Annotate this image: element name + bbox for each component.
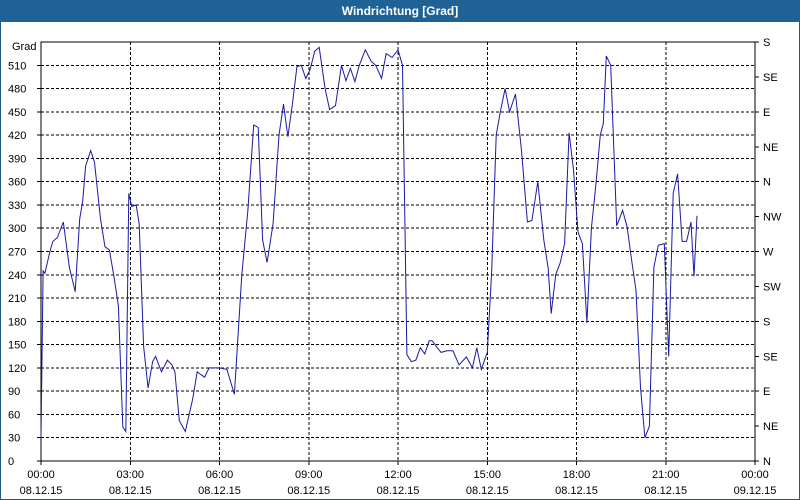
grid [41, 42, 755, 461]
x-tick-time: 12:00 [384, 469, 412, 481]
x-tick-time: 15:00 [473, 469, 501, 481]
y-tick-label: 240 [8, 270, 26, 282]
y-tick-label: 30 [8, 433, 20, 445]
right-axis-label: NW [763, 212, 782, 224]
y-tick-label: 270 [8, 247, 26, 259]
x-axis-ticks: 00:00 08.12.15 03:00 08.12.15 06:00 08.12.15 0… [20, 461, 777, 497]
right-axis-label: S [763, 37, 770, 49]
y-tick-label: 60 [8, 409, 20, 421]
y-tick-label: 420 [8, 130, 26, 142]
right-axis-label: N [763, 177, 771, 189]
y-tick-label: 180 [8, 316, 26, 328]
right-axis-label: SE [763, 72, 778, 84]
y-tick-label: 360 [8, 177, 26, 189]
right-axis-label: E [763, 386, 770, 398]
x-tick-time: 18:00 [563, 469, 591, 481]
right-axis-label: E [763, 107, 770, 119]
x-tick-date: 08.12.15 [377, 485, 420, 497]
x-tick-time: 06:00 [206, 469, 234, 481]
y-tick-label: 210 [8, 293, 26, 305]
y-tick-label: 450 [8, 107, 26, 119]
wind-direction-chart: 0 30 60 90 120 150 180 210 240 270 300 330 360 390 420… [8, 37, 782, 497]
series-line [40, 46, 698, 438]
y-tick-label: 390 [8, 153, 26, 165]
y-tick-label: 120 [8, 363, 26, 375]
x-tick-time: 00:00 [741, 469, 769, 481]
right-axis-label: SW [763, 281, 781, 293]
y-tick-label: 480 [8, 84, 26, 96]
right-axis-label: N [763, 456, 771, 468]
right-axis-label: SE [763, 351, 778, 363]
right-axis-label: S [763, 316, 770, 328]
y-tick-label: 150 [8, 340, 26, 352]
right-axis-ticks: N NE E SE S SW W NW N NE E SE S [755, 37, 782, 468]
y-axis-label: Grad [12, 41, 36, 53]
y-tick-label: 0 [8, 456, 14, 468]
x-tick-date: 08.12.15 [644, 485, 687, 497]
y-tick-label: 300 [8, 223, 26, 235]
y-tick-label: 510 [8, 60, 26, 72]
x-tick-time: 03:00 [116, 469, 144, 481]
x-tick-time: 00:00 [27, 469, 55, 481]
x-tick-date: 08.12.15 [198, 485, 241, 497]
x-tick-date: 08.12.15 [20, 485, 63, 497]
x-tick-date: 08.12.15 [555, 485, 598, 497]
x-tick-date: 08.12.15 [109, 485, 152, 497]
x-tick-date: 08.12.15 [287, 485, 330, 497]
x-tick-time: 21:00 [652, 469, 680, 481]
x-tick-date: 09.12.15 [734, 485, 777, 497]
right-axis-label: NE [763, 142, 778, 154]
right-axis-label: NE [763, 421, 778, 433]
y-tick-label: 90 [8, 386, 20, 398]
x-tick-time: 09:00 [295, 469, 323, 481]
right-axis-label: W [763, 247, 774, 259]
y-tick-label: 330 [8, 200, 26, 212]
y-axis-ticks: 0 30 60 90 120 150 180 210 240 270 300 330 360 390 420… [8, 60, 41, 468]
x-tick-date: 08.12.15 [466, 485, 509, 497]
